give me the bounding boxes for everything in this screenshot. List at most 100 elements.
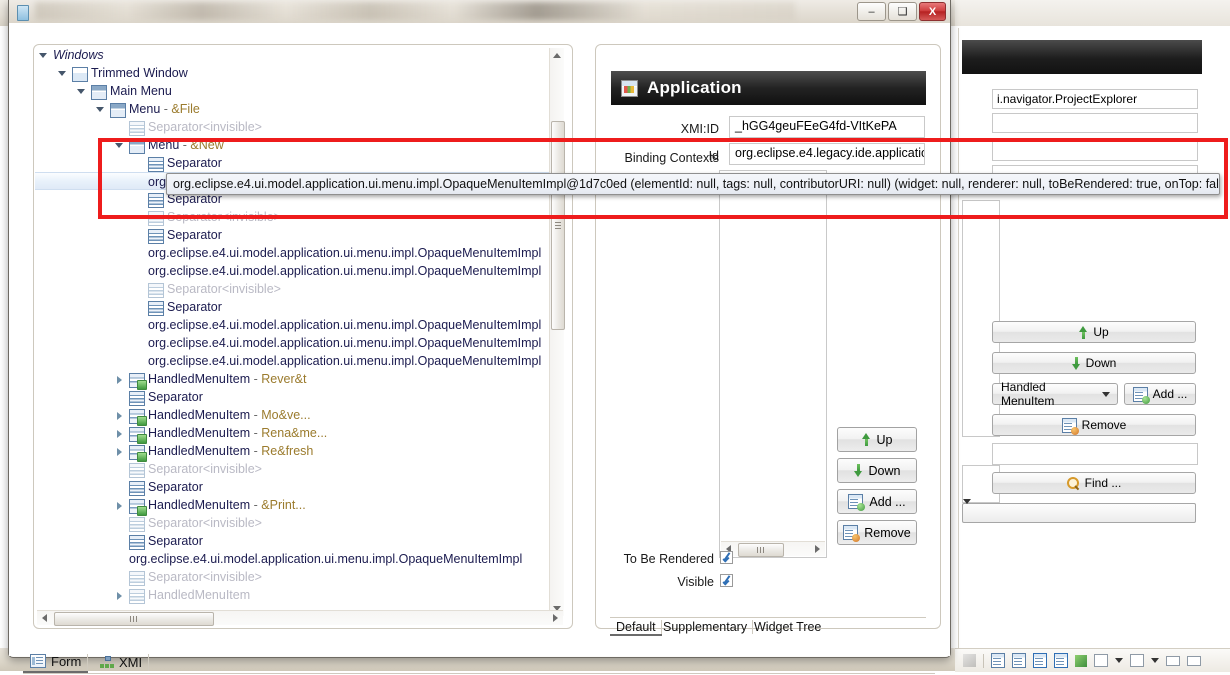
expander-open-icon[interactable] bbox=[115, 136, 124, 154]
tree-row[interactable]: Separator<invisible> bbox=[35, 460, 557, 478]
tab-supplementary[interactable]: Supplementary bbox=[657, 618, 754, 636]
add-doc-icon bbox=[1132, 386, 1150, 404]
tree-row-label: Separator bbox=[167, 300, 222, 314]
tree-row[interactable]: org.eclipse.e4.ui.model.application.ui.m… bbox=[35, 550, 557, 568]
binding-contexts-hscroll-thumb[interactable] bbox=[738, 543, 784, 557]
tree-row[interactable]: Separator<invisible> bbox=[35, 280, 557, 298]
background-add-button[interactable]: Add ... bbox=[1124, 383, 1196, 405]
tree-row[interactable]: Separator<invisible> bbox=[35, 568, 557, 586]
tree-row[interactable]: Separator bbox=[35, 226, 557, 244]
tree-vertical-scrollbar[interactable] bbox=[549, 48, 565, 616]
expander-open-icon[interactable] bbox=[96, 100, 105, 118]
tree-row-label: Separator<invisible> bbox=[167, 210, 281, 224]
expander-closed-icon[interactable] bbox=[115, 442, 124, 460]
scissors-icon[interactable] bbox=[963, 654, 976, 667]
tree-row[interactable]: HandledMenuItem - Rena&me... bbox=[35, 424, 557, 444]
panel2-icon[interactable] bbox=[1187, 655, 1201, 666]
background-up-button[interactable]: Up bbox=[992, 321, 1196, 343]
tree-row[interactable]: Separator<invisible> bbox=[35, 118, 557, 136]
tree-row[interactable]: Separator bbox=[35, 478, 557, 496]
expander-closed-icon[interactable] bbox=[115, 406, 124, 424]
window-titlebar[interactable]: – ❑ X bbox=[9, 0, 950, 24]
maximize-button[interactable]: ❑ bbox=[888, 2, 917, 21]
document-props-icon[interactable] bbox=[1012, 653, 1026, 668]
tab-xmi[interactable]: XMI bbox=[93, 651, 150, 673]
list-icon[interactable] bbox=[1094, 654, 1108, 667]
outline-icon[interactable] bbox=[1130, 654, 1144, 667]
chevron-down-icon[interactable] bbox=[1115, 658, 1123, 663]
document-icon[interactable] bbox=[991, 653, 1005, 668]
background-down-button[interactable]: Down bbox=[992, 352, 1196, 374]
pin-icon[interactable] bbox=[1075, 654, 1087, 667]
tree-row[interactable]: Windows bbox=[35, 46, 557, 64]
binding-contexts-list[interactable]: Binding Context bbox=[719, 170, 830, 558]
tree-row[interactable]: HandledMenuItem - Mo&ve... bbox=[35, 406, 557, 426]
tree-row[interactable]: HandledMenuItem - Rever&t bbox=[35, 370, 557, 390]
form-view-icon[interactable] bbox=[1033, 653, 1047, 668]
expander-open-icon[interactable] bbox=[39, 46, 48, 64]
tree-hscroll-thumb[interactable] bbox=[54, 612, 214, 626]
xmiid-field[interactable]: _hGG4geuFEeG4fd-VItKePA bbox=[729, 116, 925, 138]
scroll-right-arrow-icon[interactable] bbox=[810, 542, 825, 556]
background-id-field[interactable]: i.navigator.ProjectExplorer bbox=[992, 89, 1198, 109]
tree-row[interactable]: org.eclipse.e4.ui.model.application.ui.m… bbox=[35, 262, 557, 280]
properties-header: Application bbox=[611, 71, 926, 105]
model-tree[interactable]: Windows Trimmed Window Main Menu Menu - &Fi… bbox=[35, 46, 557, 614]
tree-row[interactable]: org.eclipse.e4.ui.model.application.ui.m… bbox=[35, 316, 557, 334]
tree-row[interactable]: HandledMenuItem - &Print... bbox=[35, 496, 557, 516]
scroll-left-arrow-icon[interactable] bbox=[37, 611, 52, 625]
up-button[interactable]: Up bbox=[837, 427, 917, 452]
binding-contexts-label: Binding Contexts bbox=[624, 151, 719, 165]
expander-open-icon[interactable] bbox=[77, 82, 86, 100]
tree-row[interactable]: org.eclipse.e4.ui.model.application.ui.m… bbox=[35, 244, 557, 262]
visible-checkbox[interactable] bbox=[720, 574, 733, 587]
tree-row[interactable]: Separator bbox=[35, 388, 557, 406]
background-bottom-toolbar[interactable] bbox=[955, 648, 1230, 672]
to-be-rendered-checkbox[interactable] bbox=[720, 551, 733, 564]
expander-open-icon[interactable] bbox=[58, 64, 67, 82]
xmi-view-icon[interactable] bbox=[1054, 653, 1068, 668]
add-button[interactable]: Add ... bbox=[837, 489, 917, 514]
background-remove-button[interactable]: Remove bbox=[992, 414, 1196, 436]
tree-row[interactable]: org.eclipse.e4.ui.model.application.ui.m… bbox=[35, 334, 557, 352]
binding-contexts-hscrollbar[interactable] bbox=[721, 541, 825, 557]
tree-row[interactable]: Separator bbox=[35, 154, 557, 172]
close-button[interactable]: X bbox=[919, 2, 946, 21]
tree-row[interactable]: Trimmed Window bbox=[35, 64, 557, 82]
id-field[interactable]: org.eclipse.e4.legacy.ide.application bbox=[729, 143, 925, 165]
panel-icon[interactable] bbox=[1166, 655, 1180, 666]
expander-closed-icon[interactable] bbox=[115, 370, 124, 388]
tree-row[interactable]: HandledMenuItem bbox=[35, 586, 557, 604]
tree-horizontal-scrollbar[interactable] bbox=[37, 610, 563, 626]
scroll-right-arrow-icon[interactable] bbox=[548, 611, 563, 625]
tree-row[interactable]: HandledMenuItem - Re&fresh bbox=[35, 442, 557, 462]
remove-button[interactable]: Remove bbox=[837, 520, 917, 545]
tab-form[interactable]: Form bbox=[23, 651, 89, 673]
add-doc-icon bbox=[848, 494, 866, 511]
tree-row[interactable]: org.eclipse.e4.ui.model.application.ui.m… bbox=[35, 352, 557, 370]
background-field-2[interactable] bbox=[992, 113, 1198, 133]
tab-default[interactable]: Default bbox=[610, 618, 662, 636]
tree-row[interactable]: Separator bbox=[35, 532, 557, 550]
tree-row[interactable]: Separator<invisible> bbox=[35, 208, 557, 226]
tree-row[interactable]: Menu - &New bbox=[35, 136, 557, 154]
tree-vscroll-thumb[interactable] bbox=[551, 121, 565, 330]
scroll-up-arrow-icon[interactable] bbox=[550, 48, 564, 63]
background-wide-combo[interactable] bbox=[962, 499, 1196, 523]
tree-row[interactable]: Separator bbox=[35, 298, 557, 316]
background-empty-field[interactable] bbox=[992, 443, 1198, 465]
tree-row[interactable]: Main Menu bbox=[35, 82, 557, 100]
tree-row[interactable]: Separator<invisible> bbox=[35, 514, 557, 532]
tab-widget-tree[interactable]: Widget Tree bbox=[748, 618, 827, 636]
expander-closed-icon[interactable] bbox=[115, 586, 124, 604]
down-button[interactable]: Down bbox=[837, 458, 917, 483]
tree-row[interactable]: Menu - &File bbox=[35, 100, 557, 118]
expander-closed-icon[interactable] bbox=[115, 424, 124, 442]
background-element-type-combo[interactable]: Handled MenuItem bbox=[992, 380, 1118, 408]
tree-row-label: Separator bbox=[148, 534, 203, 548]
chevron-down-icon[interactable] bbox=[1151, 658, 1159, 663]
expander-closed-icon[interactable] bbox=[115, 496, 124, 514]
minimize-button[interactable]: – bbox=[857, 2, 886, 21]
background-find-button[interactable]: Find ... bbox=[992, 472, 1196, 494]
background-field-3[interactable] bbox=[992, 141, 1198, 161]
